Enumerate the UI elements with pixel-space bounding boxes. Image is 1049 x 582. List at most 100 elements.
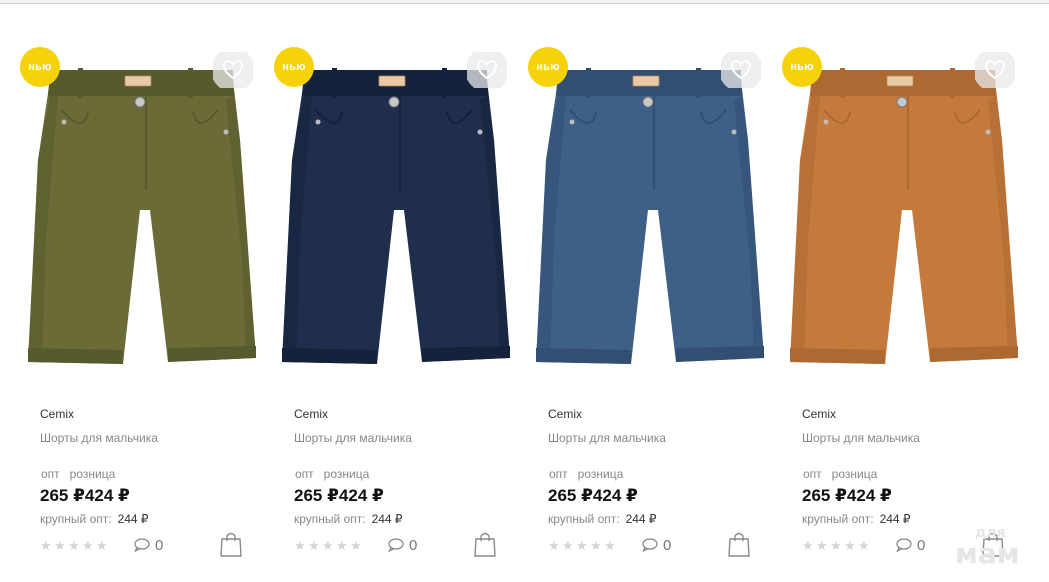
bulk-price-row: крупный опт: 244 ₽ [294, 512, 403, 526]
bulk-price-row: крупный опт: 244 ₽ [40, 512, 149, 526]
comment-icon [388, 537, 409, 554]
comment-icon [642, 537, 663, 554]
product-card[interactable]: нью Cemix Шорты для мальчика опт розница … [20, 40, 278, 580]
comments-number: 0 [155, 537, 164, 554]
wholesale-price: 265 ₽ [548, 486, 593, 505]
star-icon[interactable]: ★ [54, 539, 68, 553]
product-card[interactable]: нью Cemix Шорты для мальчика опт розница … [528, 40, 786, 580]
star-rating[interactable]: ★ ★ ★ ★ ★ [802, 537, 872, 553]
retail-price: 424 ₽ [592, 486, 638, 505]
product-title[interactable]: Шорты для мальчика [802, 431, 920, 445]
star-icon[interactable]: ★ [802, 539, 816, 553]
new-badge: нью [274, 47, 314, 87]
new-badge: нью [528, 47, 568, 87]
star-icon[interactable]: ★ [336, 539, 350, 553]
retail-price: 424 ₽ [338, 486, 384, 505]
star-icon[interactable]: ★ [322, 539, 336, 553]
price-labels: опт розница [549, 467, 633, 481]
retail-price: 424 ₽ [84, 486, 130, 505]
comments-count[interactable]: 0 [642, 537, 671, 555]
star-icon[interactable]: ★ [548, 539, 562, 553]
wholesale-label: опт [295, 467, 314, 481]
bulk-label: крупный опт: [40, 512, 112, 526]
price-labels: опт розница [803, 467, 887, 481]
product-brand[interactable]: Cemix [294, 407, 328, 421]
heart-icon[interactable] [465, 48, 509, 92]
star-icon[interactable]: ★ [350, 539, 364, 553]
star-icon[interactable]: ★ [844, 539, 858, 553]
price-labels: опт розница [295, 467, 379, 481]
retail-label: розница [577, 467, 624, 481]
comments-count[interactable]: 0 [896, 537, 925, 555]
star-icon[interactable]: ★ [604, 539, 618, 553]
new-badge: нью [782, 47, 822, 87]
star-rating[interactable]: ★ ★ ★ ★ ★ [294, 537, 364, 553]
product-title[interactable]: Шорты для мальчика [294, 431, 412, 445]
star-rating[interactable]: ★ ★ ★ ★ ★ [40, 537, 110, 553]
retail-label: розница [323, 467, 370, 481]
star-icon[interactable]: ★ [96, 539, 110, 553]
bulk-label: крупный опт: [548, 512, 620, 526]
comment-icon [134, 537, 155, 554]
star-icon[interactable]: ★ [562, 539, 576, 553]
retail-price: 424 ₽ [846, 486, 892, 505]
star-icon[interactable]: ★ [576, 539, 590, 553]
wholesale-price: 265 ₽ [40, 486, 85, 505]
new-badge: нью [20, 47, 60, 87]
comments-count[interactable]: 0 [134, 537, 163, 555]
comments-number: 0 [663, 537, 672, 554]
prices: 265 ₽424 ₽ [548, 486, 638, 506]
product-photo[interactable] [536, 40, 786, 390]
shopping-bag-icon[interactable] [220, 531, 242, 557]
star-icon[interactable]: ★ [816, 539, 830, 553]
product-grid: нью Cemix Шорты для мальчика опт розница … [0, 0, 1049, 582]
comments-number: 0 [917, 537, 926, 554]
product-photo[interactable] [28, 40, 278, 390]
star-icon[interactable]: ★ [858, 539, 872, 553]
shopping-bag-icon[interactable] [474, 531, 496, 557]
shorts-image [282, 40, 532, 390]
product-brand[interactable]: Cemix [802, 407, 836, 421]
star-icon[interactable]: ★ [68, 539, 82, 553]
star-icon[interactable]: ★ [40, 539, 54, 553]
shorts-image [790, 40, 1040, 390]
price-labels: опт розница [41, 467, 125, 481]
bulk-price: 244 ₽ [879, 512, 911, 526]
product-title[interactable]: Шорты для мальчика [40, 431, 158, 445]
shopping-bag-icon[interactable] [728, 531, 750, 557]
prices: 265 ₽424 ₽ [294, 486, 384, 506]
star-icon[interactable]: ★ [830, 539, 844, 553]
star-icon[interactable]: ★ [308, 539, 322, 553]
product-card[interactable]: нью Cemix Шорты для мальчика опт розница … [274, 40, 532, 580]
star-icon[interactable]: ★ [590, 539, 604, 553]
bulk-price: 244 ₽ [371, 512, 403, 526]
star-icon[interactable]: ★ [82, 539, 96, 553]
retail-label: розница [831, 467, 878, 481]
product-title[interactable]: Шорты для мальчика [548, 431, 666, 445]
heart-icon[interactable] [719, 48, 763, 92]
comments-count[interactable]: 0 [388, 537, 417, 555]
wholesale-label: опт [549, 467, 568, 481]
star-icon[interactable]: ★ [294, 539, 308, 553]
bulk-price: 244 ₽ [117, 512, 149, 526]
product-photo[interactable] [282, 40, 532, 390]
prices: 265 ₽424 ₽ [40, 486, 130, 506]
heart-icon[interactable] [211, 48, 255, 92]
product-photo[interactable] [790, 40, 1040, 390]
product-brand[interactable]: Cemix [548, 407, 582, 421]
comments-number: 0 [409, 537, 418, 554]
comment-icon [896, 537, 917, 554]
wholesale-label: опт [41, 467, 60, 481]
site-watermark-logo: для мам [955, 526, 1045, 576]
wholesale-price: 265 ₽ [802, 486, 847, 505]
prices: 265 ₽424 ₽ [802, 486, 892, 506]
product-brand[interactable]: Cemix [40, 407, 74, 421]
wholesale-price: 265 ₽ [294, 486, 339, 505]
heart-icon[interactable] [973, 48, 1017, 92]
retail-label: розница [69, 467, 116, 481]
bulk-price-row: крупный опт: 244 ₽ [802, 512, 911, 526]
bulk-price: 244 ₽ [625, 512, 657, 526]
product-card[interactable]: нью Cemix Шорты для мальчика опт розница … [782, 40, 1040, 580]
star-rating[interactable]: ★ ★ ★ ★ ★ [548, 537, 618, 553]
bulk-label: крупный опт: [294, 512, 366, 526]
